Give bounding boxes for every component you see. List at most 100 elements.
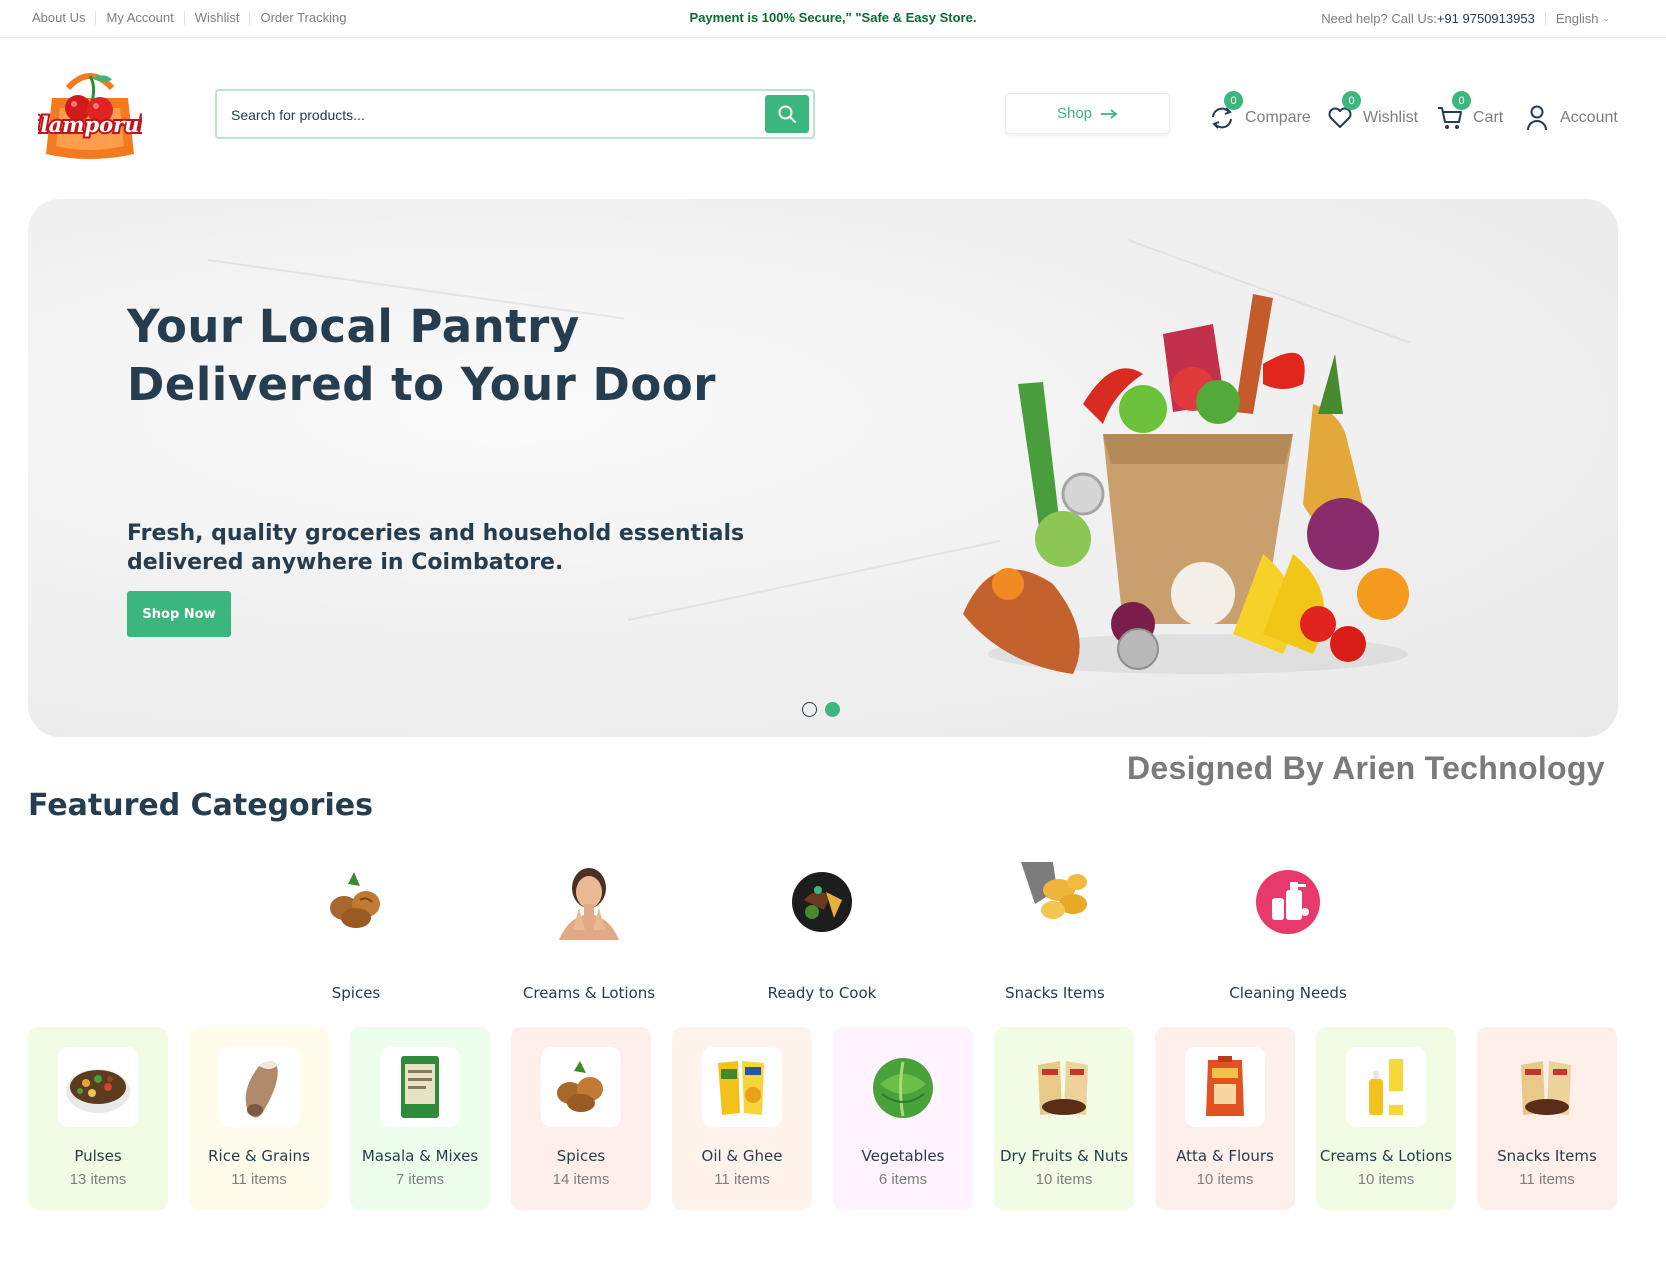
top-bar: About Us My Account Wishlist Order Track… bbox=[0, 0, 1666, 38]
snack-packs-icon bbox=[1024, 1047, 1104, 1127]
language-selector[interactable]: English ⌄ bbox=[1556, 11, 1610, 26]
hero-subtitle-line-2: delivered anywhere in Coimbatore. bbox=[127, 550, 564, 575]
pulses-bowl-icon bbox=[58, 1047, 138, 1127]
chevron-down-icon: ⌄ bbox=[1602, 13, 1610, 23]
top-right: Need help? Call Us: +91 9750913953 Engli… bbox=[1321, 11, 1610, 26]
designer-credit: Designed By Arien Technology bbox=[1127, 750, 1605, 786]
heart-icon: 0 bbox=[1325, 91, 1361, 133]
slide-dot-2-active[interactable] bbox=[825, 702, 840, 717]
category-card-pulses[interactable]: Pulses 13 items bbox=[28, 1027, 168, 1210]
slide-dot-1[interactable] bbox=[802, 702, 817, 717]
hero-banner: Your Local Pantry Delivered to Your Door… bbox=[28, 199, 1618, 737]
language-label: English bbox=[1555, 11, 1599, 26]
cart-label: Cart bbox=[1473, 109, 1504, 126]
category-name: Creams & Lotions bbox=[1319, 1147, 1453, 1165]
cream-bottles-icon bbox=[1346, 1047, 1426, 1127]
category-name: Masala & Mixes bbox=[361, 1147, 479, 1165]
shop-button[interactable]: Shop bbox=[1005, 93, 1170, 134]
category-card-spices[interactable]: Spices 14 items bbox=[511, 1027, 651, 1210]
account-label: Account bbox=[1560, 109, 1618, 126]
user-icon bbox=[1522, 103, 1552, 133]
divider bbox=[1544, 12, 1546, 25]
round-category-label: Ready to Cook bbox=[767, 984, 877, 1002]
round-category-label: Creams & Lotions bbox=[522, 984, 656, 1002]
logo-image: ilamporul bbox=[31, 73, 149, 159]
slider-dots bbox=[802, 702, 840, 717]
category-count: 7 items bbox=[395, 1171, 445, 1188]
cleaning-bottles-icon bbox=[1248, 860, 1328, 940]
woman-face-icon bbox=[549, 860, 629, 940]
ready-meal-icon bbox=[782, 860, 862, 940]
category-name: Dry Fruits & Nuts bbox=[999, 1147, 1129, 1165]
cart-button[interactable]: 0 Cart bbox=[1435, 91, 1504, 134]
shop-now-button[interactable]: Shop Now bbox=[127, 591, 231, 637]
category-count: 10 items bbox=[1035, 1171, 1093, 1188]
round-category-creams-lotions[interactable]: Creams & Lotions bbox=[494, 860, 684, 1002]
chips-icon bbox=[1015, 860, 1095, 940]
round-category-label: Snacks Items bbox=[1005, 984, 1105, 1002]
category-name: Atta & Flours bbox=[1176, 1147, 1274, 1165]
category-card-atta-flours[interactable]: Atta & Flours 10 items bbox=[1155, 1027, 1295, 1210]
category-name: Pulses bbox=[74, 1147, 122, 1165]
round-category-ready-to-cook[interactable]: Ready to Cook bbox=[727, 860, 917, 1002]
oil-pack-icon bbox=[702, 1047, 782, 1127]
round-category-label: Spices bbox=[331, 984, 381, 1002]
category-count: 13 items bbox=[69, 1171, 127, 1188]
category-name: Oil & Ghee bbox=[701, 1147, 783, 1165]
hero-title-line-1: Your Local Pantry bbox=[127, 300, 580, 353]
search-icon bbox=[778, 105, 796, 123]
hero-subtitle: Fresh, quality groceries and household e… bbox=[127, 519, 747, 577]
search-button[interactable] bbox=[765, 95, 809, 133]
category-name: Spices bbox=[556, 1147, 606, 1165]
category-card-rice-grains[interactable]: Rice & Grains 11 items bbox=[189, 1027, 329, 1210]
round-category-snacks-items[interactable]: Snacks Items bbox=[960, 860, 1150, 1002]
help-phone[interactable]: +91 9750913953 bbox=[1437, 11, 1535, 26]
compare-icon: 0 bbox=[1207, 91, 1243, 133]
wishlist-label: Wishlist bbox=[1363, 109, 1419, 126]
category-name: Rice & Grains bbox=[208, 1147, 310, 1165]
compare-button[interactable]: 0 Compare bbox=[1207, 91, 1311, 134]
shop-button-label: Shop bbox=[1056, 105, 1093, 122]
category-name: Vegetables bbox=[861, 1147, 945, 1165]
category-count: 10 items bbox=[1357, 1171, 1415, 1188]
flour-pack-icon bbox=[1185, 1047, 1265, 1127]
cart-count-badge: 0 bbox=[1452, 91, 1471, 110]
category-name: Snacks Items bbox=[1497, 1147, 1597, 1165]
hero-title-line-2: Delivered to Your Door bbox=[127, 358, 716, 411]
category-card-dry-fruits-nuts[interactable]: Dry Fruits & Nuts 10 items bbox=[994, 1027, 1134, 1210]
arrow-right-icon bbox=[1101, 108, 1118, 119]
category-card-creams-lotions[interactable]: Creams & Lotions 10 items bbox=[1316, 1027, 1456, 1210]
wishlist-button[interactable]: 0 Wishlist bbox=[1325, 91, 1419, 134]
hero-title: Your Local Pantry Delivered to Your Door bbox=[127, 298, 827, 414]
grocery-bag-image bbox=[963, 294, 1409, 674]
category-count: 11 items bbox=[1519, 1171, 1575, 1188]
category-card-vegetables[interactable]: Vegetables 6 items bbox=[833, 1027, 973, 1210]
snack-packs-icon bbox=[1507, 1047, 1587, 1127]
search-input[interactable] bbox=[231, 103, 751, 127]
grain-scoop-icon bbox=[219, 1047, 299, 1127]
round-category-spices[interactable]: Spices bbox=[261, 860, 451, 1002]
category-card-oil-ghee[interactable]: Oil & Ghee 11 items bbox=[672, 1027, 812, 1210]
cabbage-icon bbox=[863, 1047, 943, 1127]
round-category-label: Cleaning Needs bbox=[1229, 984, 1347, 1002]
category-card-masala-mixes[interactable]: Masala & Mixes 7 items bbox=[350, 1027, 490, 1210]
round-category-cleaning-needs[interactable]: Cleaning Needs bbox=[1193, 860, 1383, 1002]
help-label: Need help? Call Us: bbox=[1321, 11, 1437, 26]
logo-text: ilamporul bbox=[38, 112, 142, 137]
category-count: 6 items bbox=[878, 1171, 928, 1188]
hero-subtitle-line-1: Fresh, quality groceries and household e… bbox=[127, 521, 745, 546]
featured-categories-title: Featured Categories bbox=[28, 788, 373, 823]
category-count: 11 items bbox=[231, 1171, 287, 1188]
walnut-icon bbox=[316, 860, 396, 940]
masala-pack-icon bbox=[380, 1047, 460, 1127]
wishlist-count-badge: 0 bbox=[1342, 91, 1361, 110]
category-count: 10 items bbox=[1196, 1171, 1254, 1188]
compare-label: Compare bbox=[1245, 109, 1311, 126]
category-card-snacks-items[interactable]: Snacks Items 11 items bbox=[1477, 1027, 1617, 1210]
category-count: 14 items bbox=[552, 1171, 610, 1188]
cart-icon: 0 bbox=[1435, 91, 1471, 133]
site-logo[interactable]: ilamporul bbox=[31, 66, 149, 162]
account-button[interactable]: Account bbox=[1522, 102, 1618, 134]
compare-count-badge: 0 bbox=[1224, 91, 1243, 110]
category-count: 11 items bbox=[714, 1171, 770, 1188]
